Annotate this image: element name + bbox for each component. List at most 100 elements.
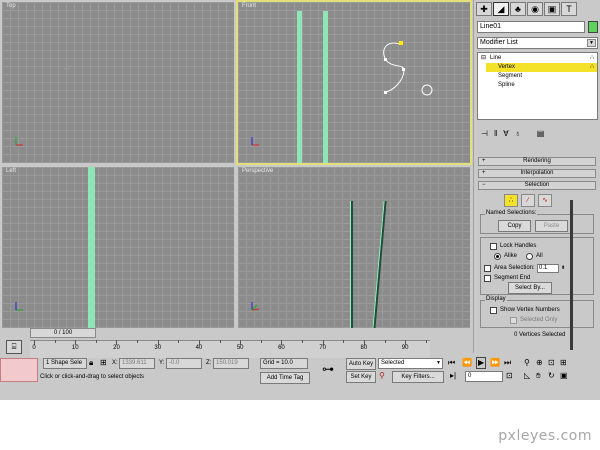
arc-rotate-icon[interactable]: ↻ [548, 371, 555, 381]
select-by-button[interactable]: Select By... [508, 282, 552, 294]
named-selections-group: Named Selections: Copy Paste [480, 210, 594, 234]
stack-item-segment[interactable]: Segment [498, 72, 522, 81]
box-object[interactable] [350, 201, 353, 328]
field-of-view-icon[interactable]: ◺ [524, 371, 530, 381]
viewport-label-front[interactable]: Front [242, 3, 256, 9]
modify-icon[interactable]: ◢ [493, 2, 509, 16]
motion-icon[interactable]: ◉ [527, 2, 543, 16]
plus-icon: + [482, 158, 486, 164]
time-slider[interactable]: 0 / 100 [30, 328, 96, 338]
spline-shape[interactable] [368, 32, 438, 102]
create-icon[interactable]: ✚ [476, 2, 492, 16]
axis-tripod-icon [15, 302, 23, 311]
spinner-arrows-icon[interactable]: ⬍ [561, 264, 565, 272]
alike-radio[interactable] [494, 253, 501, 260]
box-object[interactable] [372, 201, 387, 328]
track-bar-ticks: 0 10 20 30 40 50 60 70 80 90 [30, 340, 430, 358]
all-radio[interactable] [526, 253, 533, 260]
x-coordinate-field[interactable]: 1339.611 [119, 358, 155, 369]
show-vertex-numbers-checkbox[interactable] [490, 307, 497, 314]
axis-tripod-icon [251, 137, 259, 146]
stack-toolbar: ⊣ ‖ ∀ ♁ ▤ [477, 129, 598, 141]
make-unique-icon[interactable]: ∀ [503, 129, 508, 141]
y-coordinate-field[interactable]: -0.0 [166, 358, 202, 369]
previous-frame-icon[interactable]: ⏪ [462, 358, 472, 368]
set-key-icon[interactable]: ⚲ [379, 371, 385, 381]
segment-level-icon[interactable]: ⁄ [521, 194, 535, 207]
add-time-tag-button[interactable]: Add Time Tag [260, 372, 310, 384]
utilities-icon[interactable]: T [561, 2, 577, 16]
mini-curve-editor-icon[interactable]: ⌸ [6, 340, 22, 354]
rollout-interpolation[interactable]: + Interpolation [478, 169, 596, 178]
stack-item-line[interactable]: Line [490, 54, 501, 63]
auto-key-button[interactable]: Auto Key [346, 358, 376, 370]
z-coordinate-field[interactable]: 150.019 [213, 358, 249, 369]
key-filters-button[interactable]: Key Filters... [392, 371, 444, 383]
lock-icon[interactable]: 🔒︎ [89, 358, 93, 368]
maximize-viewport-icon[interactable]: ▣ [560, 371, 568, 381]
pan-icon[interactable]: ✋︎ [536, 371, 541, 381]
show-end-result-icon[interactable]: ‖ [494, 129, 497, 141]
viewport-left[interactable]: Left [0, 165, 236, 330]
play-icon[interactable]: ▶ [476, 357, 487, 369]
track-bar-tick [384, 340, 386, 343]
rollout-rendering[interactable]: + Rendering [478, 157, 596, 166]
zoom-icon[interactable]: ⚲ [524, 358, 530, 368]
pin-stack-icon[interactable]: ⊣ [481, 129, 488, 141]
spline-level-icon[interactable]: ∿ [538, 194, 552, 207]
next-frame-icon[interactable]: ⏩ [490, 358, 500, 368]
viewport-front[interactable]: Front [236, 0, 472, 165]
key-mode-icon[interactable]: ▸| [450, 371, 456, 381]
show-vertex-numbers-label: Show Vertex Numbers [500, 307, 560, 313]
area-selection-checkbox[interactable] [484, 265, 491, 272]
segment-end-checkbox[interactable] [484, 275, 491, 282]
stack-item-vertex[interactable]: Vertex [486, 63, 597, 72]
point-marker: · · [64, 66, 70, 72]
display-title: Display [485, 296, 507, 302]
track-bar-tick-label: 70 [319, 345, 326, 351]
viewport-perspective[interactable]: Perspective [236, 165, 472, 330]
lock-handles-checkbox[interactable] [490, 243, 497, 250]
viewport-label-top[interactable]: Top [6, 3, 16, 9]
copy-button[interactable]: Copy [498, 220, 531, 232]
box-object[interactable] [88, 167, 95, 328]
box-object[interactable] [297, 11, 302, 163]
object-color-swatch[interactable] [588, 21, 598, 33]
z-label: Z: [206, 360, 212, 366]
area-selection-spinner[interactable]: 0.1 [537, 264, 559, 273]
hierarchy-icon[interactable]: ♣ [510, 2, 526, 16]
maxscript-listener-mini[interactable] [0, 358, 38, 382]
display-icon[interactable]: ▣ [544, 2, 560, 16]
auto-key-mode-select[interactable]: Selected ▼ [378, 358, 443, 369]
pin-dots-icon: ∴ [590, 64, 594, 70]
track-bar-tick [219, 340, 221, 343]
go-to-start-icon[interactable]: ⏮ [448, 358, 455, 368]
modifier-list-dropdown[interactable]: Modifier List ▼ [477, 37, 598, 49]
key-icon[interactable]: ⊶ [322, 363, 334, 375]
zoom-extents-icon[interactable]: ⊡ [548, 358, 555, 368]
absolute-mode-icon[interactable]: ⊞ [100, 358, 107, 368]
vertex-level-icon[interactable]: ∴ [504, 194, 518, 207]
stack-item-spline[interactable]: Spline [498, 81, 515, 90]
set-key-button[interactable]: Set Key [346, 371, 376, 383]
command-panel: ✚ ◢ ♣ ◉ ▣ T Line01 Modifier List ▼ ⊟ Lin… [473, 0, 600, 353]
configure-sets-icon[interactable]: ▤ [537, 129, 545, 141]
all-label: All [536, 253, 543, 259]
current-frame-field[interactable]: 0 [465, 371, 503, 382]
command-panel-scrollbar[interactable] [570, 200, 573, 350]
viewport-label-left[interactable]: Left [6, 168, 16, 174]
object-name-field[interactable]: Line01 [477, 21, 585, 33]
paste-button[interactable]: Paste [535, 220, 568, 232]
remove-modifier-icon[interactable]: ♁ [515, 129, 521, 141]
time-config-icon[interactable]: ⊡ [506, 371, 513, 381]
zoom-extents-all-icon[interactable]: ⊞ [560, 358, 567, 368]
rollout-selection[interactable]: − Selection [478, 181, 596, 190]
stack-expand-icon[interactable]: ⊟ [481, 54, 486, 63]
zoom-all-icon[interactable]: ⊕ [536, 358, 543, 368]
viewport-label-perspective[interactable]: Perspective [242, 168, 273, 174]
track-bar-tick [425, 340, 427, 343]
viewport-top[interactable]: Top · · [0, 0, 236, 165]
go-to-end-icon[interactable]: ⏭ [504, 358, 511, 368]
box-object[interactable] [323, 11, 328, 163]
selected-only-checkbox[interactable] [510, 317, 517, 324]
